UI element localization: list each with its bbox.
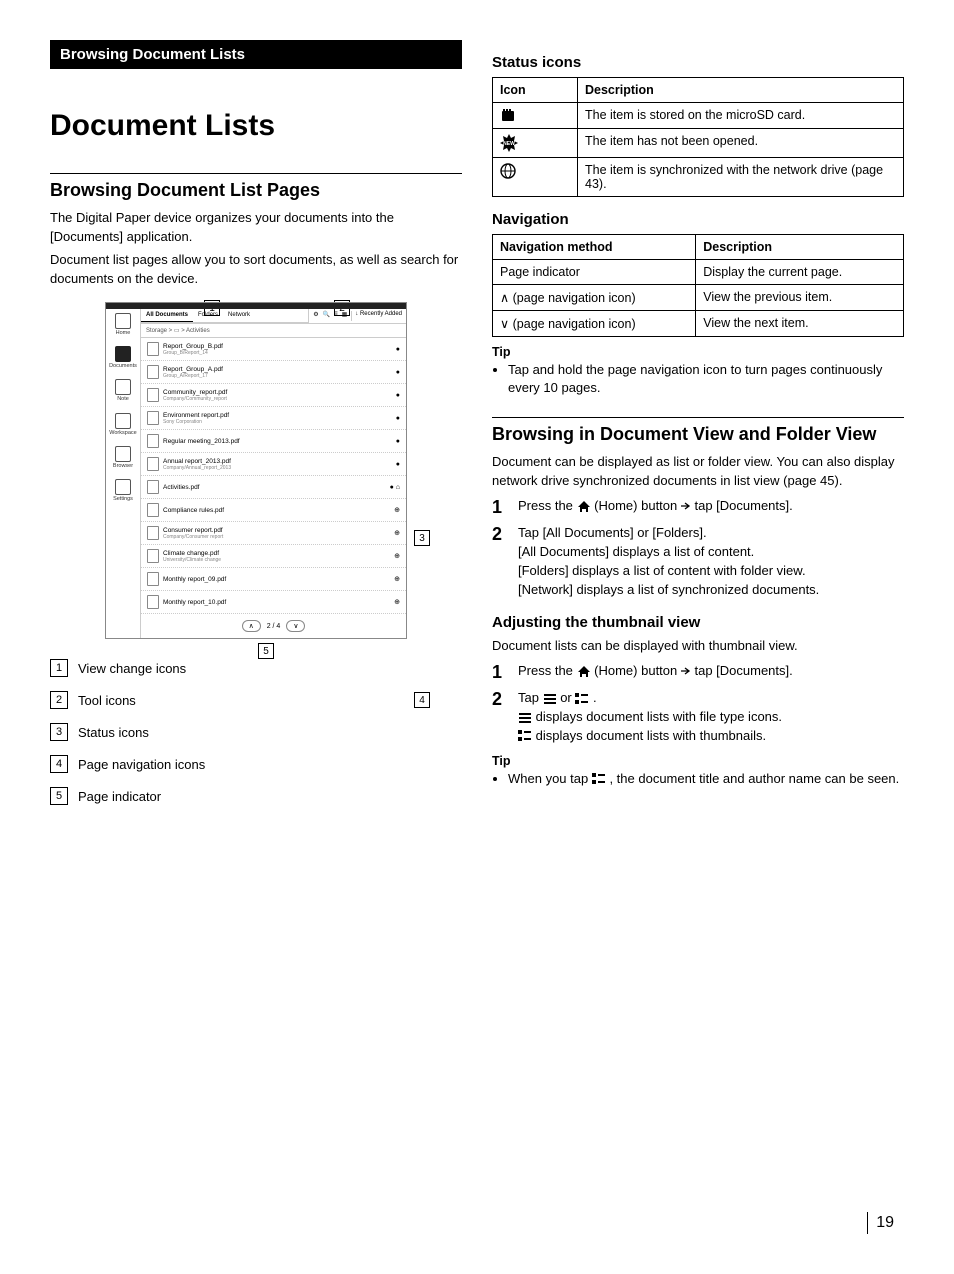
step-number: 1 bbox=[492, 497, 508, 519]
callout-3: 3 bbox=[414, 530, 430, 546]
step-text: Tap or . displays document lists with fi… bbox=[518, 689, 904, 746]
subsection-heading: Browsing in Document View and Folder Vie… bbox=[492, 417, 904, 445]
body-text: Document list pages allow you to sort do… bbox=[50, 251, 462, 289]
list-item: Activities.pdf● ⌂ bbox=[141, 476, 406, 499]
tip-label: Tip bbox=[492, 754, 904, 768]
navigation-heading: Navigation bbox=[492, 211, 904, 228]
callout-5: 5 bbox=[258, 643, 274, 659]
home-icon bbox=[577, 500, 591, 513]
device-screenshot: HomeDocumentsNoteWorkspaceBrowserSetting… bbox=[105, 302, 407, 639]
body-text: Document lists can be displayed with thu… bbox=[492, 637, 904, 656]
network-sync-icon bbox=[500, 163, 516, 179]
arrow-right-icon bbox=[681, 667, 691, 675]
new-icon: NEW bbox=[500, 134, 518, 152]
thumbnail-heading: Adjusting the thumbnail view bbox=[492, 614, 904, 631]
list-item: Monthly report_09.pdf⊕ bbox=[141, 568, 406, 591]
page-title: Document Lists bbox=[50, 109, 462, 143]
list-item: Community_report.pdfCompany/Community_re… bbox=[141, 384, 406, 407]
status-icons-heading: Status icons bbox=[492, 54, 904, 71]
list-item: Environment report.pdfSony Corporation● bbox=[141, 407, 406, 430]
navigation-table: Navigation methodDescription Page indica… bbox=[492, 234, 904, 337]
section-bar: Browsing Document Lists bbox=[50, 40, 462, 69]
breadcrumb: Storage > ▭ > Activities bbox=[141, 324, 406, 338]
list-item: Report_Group_A.pdfGroup_A/Report_17● bbox=[141, 361, 406, 384]
list-item: Compliance rules.pdf⊕ bbox=[141, 499, 406, 522]
list-item: Annual report_2013.pdfCompany/Annual_rep… bbox=[141, 453, 406, 476]
status-icons-table: IconDescription The item is stored on th… bbox=[492, 77, 904, 197]
callout-4: 4 bbox=[414, 692, 430, 708]
svg-text:NEW: NEW bbox=[503, 141, 515, 147]
step-text: Press the (Home) button tap [Documents]. bbox=[518, 497, 904, 519]
legend: 1View change icons2Tool icons3Status ico… bbox=[50, 659, 462, 805]
tip-text: When you tap , the document title and au… bbox=[508, 770, 904, 788]
subsection-heading: Browsing Document List Pages bbox=[50, 173, 462, 201]
home-icon bbox=[577, 665, 591, 678]
body-text: The Digital Paper device organizes your … bbox=[50, 209, 462, 247]
step-number: 1 bbox=[492, 662, 508, 684]
tip-text: Tap and hold the page navigation icon to… bbox=[508, 361, 904, 397]
step-text: Tap [All Documents] or [Folders]. [All D… bbox=[518, 524, 904, 599]
step-number: 2 bbox=[492, 689, 508, 746]
list-lines-icon bbox=[543, 693, 557, 705]
list-item: Consumer report.pdfCompany/Consumer repo… bbox=[141, 522, 406, 545]
page-number: 19 bbox=[867, 1212, 894, 1234]
list-item: Monthly report_10.pdf⊕ bbox=[141, 591, 406, 614]
step-number: 2 bbox=[492, 524, 508, 599]
list-item: Regular meeting_2013.pdf● bbox=[141, 430, 406, 453]
tip-label: Tip bbox=[492, 345, 904, 359]
list-thumb-icon bbox=[575, 693, 589, 705]
list-thumb-icon bbox=[518, 730, 532, 742]
page-indicator: 2 / 4 bbox=[267, 623, 281, 630]
arrow-right-icon bbox=[681, 502, 691, 510]
body-text: Document can be displayed as list or fol… bbox=[492, 453, 904, 491]
step-text: Press the (Home) button tap [Documents]. bbox=[518, 662, 904, 684]
list-item: Climate change.pdfUniversity/Climate cha… bbox=[141, 545, 406, 568]
list-lines-icon bbox=[518, 712, 532, 724]
microsd-icon bbox=[500, 109, 516, 123]
list-thumb-icon bbox=[592, 773, 606, 785]
list-item: Report_Group_B.pdfGroup_B/Report_14● bbox=[141, 338, 406, 361]
